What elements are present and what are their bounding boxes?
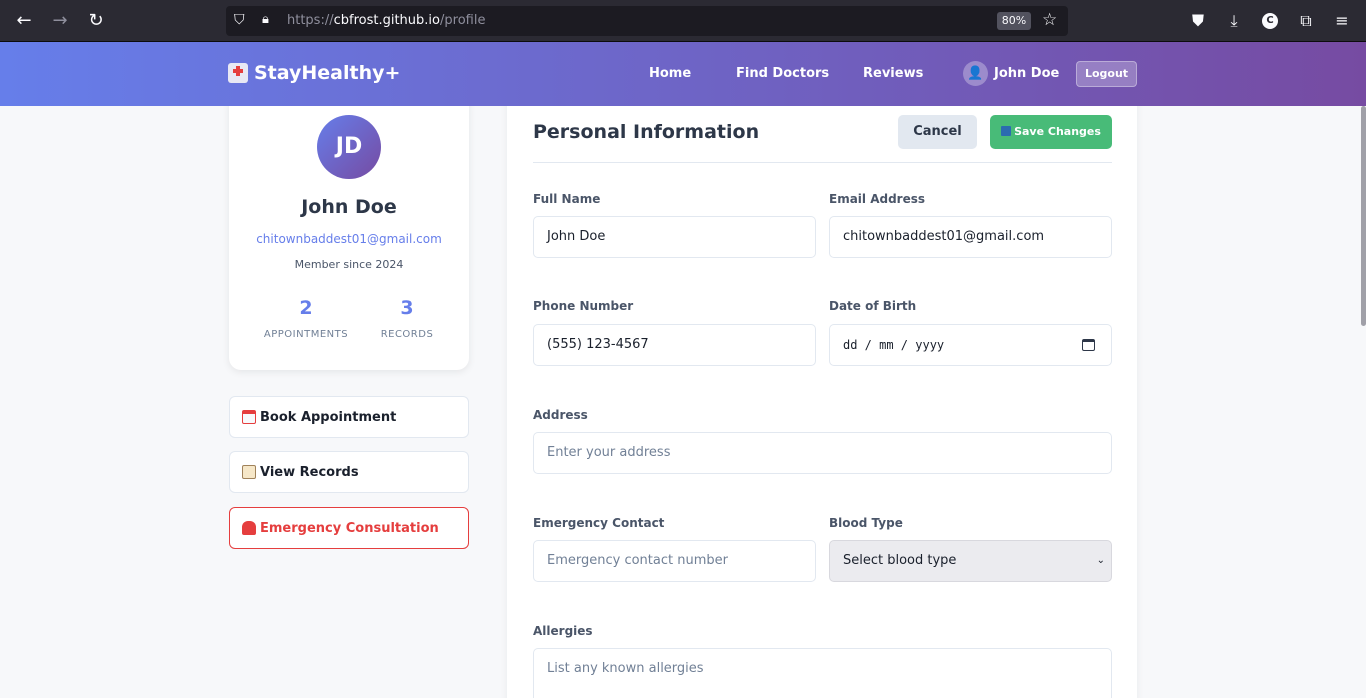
logout-button[interactable]: Logout (1076, 61, 1137, 87)
forward-arrow-icon[interactable]: → (48, 9, 72, 33)
reload-icon[interactable]: ↻ (84, 9, 108, 33)
calendar-icon (242, 410, 256, 424)
personal-information-card: Personal Information Cancel Save Changes… (507, 92, 1137, 698)
shield-icon[interactable]: ⛉ (234, 12, 250, 30)
download-icon[interactable]: ⤓ (1223, 10, 1245, 32)
siren-icon (242, 521, 256, 535)
back-arrow-icon[interactable]: ← (12, 9, 36, 33)
profile-email: chitownbaddest01@gmail.com (256, 232, 442, 246)
header-user-name: John Doe (994, 66, 1060, 81)
button-label: Book Appointment (260, 409, 397, 425)
full-name-label: Full Name (533, 192, 601, 206)
url-bar[interactable]: ⛉ 🔒︎ https://cbfrost.github.io/profile 8… (226, 6, 1068, 36)
member-since: Member since 2024 (294, 258, 404, 271)
email-input[interactable]: chitownbaddest01@gmail.com (829, 216, 1112, 258)
chevron-down-icon: ⌄ (1096, 555, 1105, 566)
nav-reviews[interactable]: Reviews (863, 66, 923, 81)
cancel-button[interactable]: Cancel (898, 115, 977, 149)
calendar-icon[interactable] (1082, 339, 1095, 351)
blood-type-select[interactable]: Select blood type ⌄ (829, 540, 1112, 582)
button-label: Save Changes (1014, 125, 1101, 138)
lock-icon[interactable]: 🔒︎ (262, 12, 276, 30)
email-label: Email Address (829, 192, 926, 206)
dob-input[interactable]: dd / mm / yyyy (829, 324, 1112, 366)
stat-value: 3 (400, 297, 414, 319)
book-appointment-button[interactable]: Book Appointment (229, 396, 469, 438)
stat-value: 2 (299, 297, 313, 319)
view-records-button[interactable]: View Records (229, 451, 469, 493)
divider (533, 162, 1112, 163)
emergency-consultation-button[interactable]: Emergency Consultation (229, 507, 469, 549)
floppy-disk-icon (1001, 126, 1012, 136)
extensions-icon[interactable]: ⧉ (1295, 10, 1317, 32)
app-header: StayHealthy+ Home Find Doctors Reviews 👤… (0, 42, 1366, 106)
nav-find-doctors[interactable]: Find Doctors (736, 66, 829, 81)
browser-toolbar: ← → ↻ ⛉ 🔒︎ https://cbfrost.github.io/pro… (0, 0, 1366, 42)
menu-icon[interactable]: ≡ (1331, 10, 1353, 32)
save-changes-button[interactable]: Save Changes (990, 115, 1112, 149)
profile-summary-card: JD John Doe chitownbaddest01@gmail.com M… (229, 92, 469, 370)
stat-records: 3 RECORDS (357, 297, 457, 340)
emergency-contact-label: Emergency Contact (533, 516, 665, 530)
allergies-textarea[interactable]: List any known allergies (533, 648, 1112, 698)
address-input[interactable]: Enter your address (533, 432, 1112, 474)
button-label: View Records (260, 464, 359, 480)
full-name-input[interactable]: John Doe (533, 216, 816, 258)
brand-name: StayHealthy+ (254, 62, 401, 84)
zoom-level-badge[interactable]: 80% (997, 12, 1031, 30)
blood-type-label: Blood Type (829, 516, 903, 530)
brand-logo[interactable]: StayHealthy+ (228, 62, 400, 84)
allergies-label: Allergies (533, 624, 593, 638)
user-menu[interactable]: 👤 John Doe (963, 61, 1059, 86)
dob-label: Date of Birth (829, 299, 917, 313)
page-scrollbar[interactable] (1361, 106, 1366, 326)
blood-type-value: Select blood type (843, 553, 957, 568)
phone-input[interactable]: (555) 123-4567 (533, 324, 816, 366)
url-text[interactable]: https://cbfrost.github.io/profile (287, 13, 485, 28)
section-title: Personal Information (533, 121, 760, 143)
phone-label: Phone Number (533, 299, 634, 313)
stat-label: APPOINTMENTS (263, 329, 349, 340)
bookmark-star-icon[interactable]: ☆ (1042, 10, 1062, 30)
dob-placeholder: dd / mm / yyyy (843, 338, 945, 352)
profile-name: John Doe (301, 196, 397, 218)
button-label: Emergency Consultation (260, 520, 439, 536)
stat-label: RECORDS (380, 329, 434, 340)
stat-appointments: 2 APPOINTMENTS (256, 297, 356, 340)
clipboard-icon (242, 465, 256, 479)
user-avatar-icon: 👤 (963, 61, 988, 86)
account-avatar[interactable]: C (1262, 13, 1278, 29)
hospital-icon (228, 63, 248, 83)
address-label: Address (533, 408, 588, 422)
nav-home[interactable]: Home (649, 66, 691, 81)
profile-avatar: JD (317, 115, 381, 179)
emergency-contact-input[interactable]: Emergency contact number (533, 540, 816, 582)
pocket-icon[interactable]: ⛊ (1187, 10, 1209, 32)
